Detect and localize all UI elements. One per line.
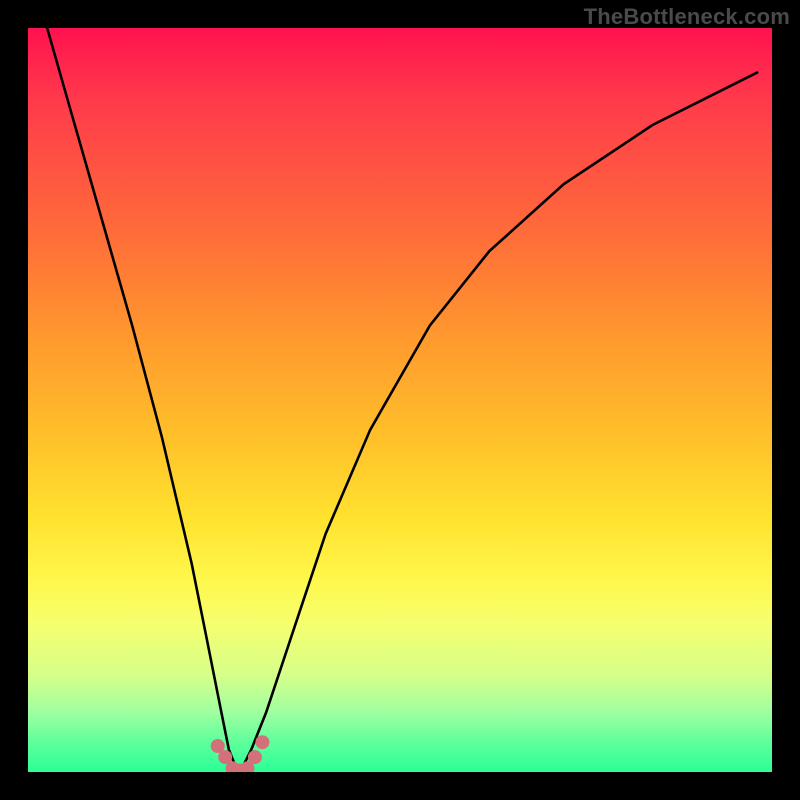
trough-marker <box>255 735 269 749</box>
chart-plot-area <box>28 28 772 772</box>
bottleneck-curve-line <box>43 28 757 768</box>
bottleneck-chart-svg <box>28 28 772 772</box>
trough-marker-group <box>211 735 270 772</box>
watermark-text: TheBottleneck.com <box>584 4 790 30</box>
trough-marker <box>248 750 262 764</box>
